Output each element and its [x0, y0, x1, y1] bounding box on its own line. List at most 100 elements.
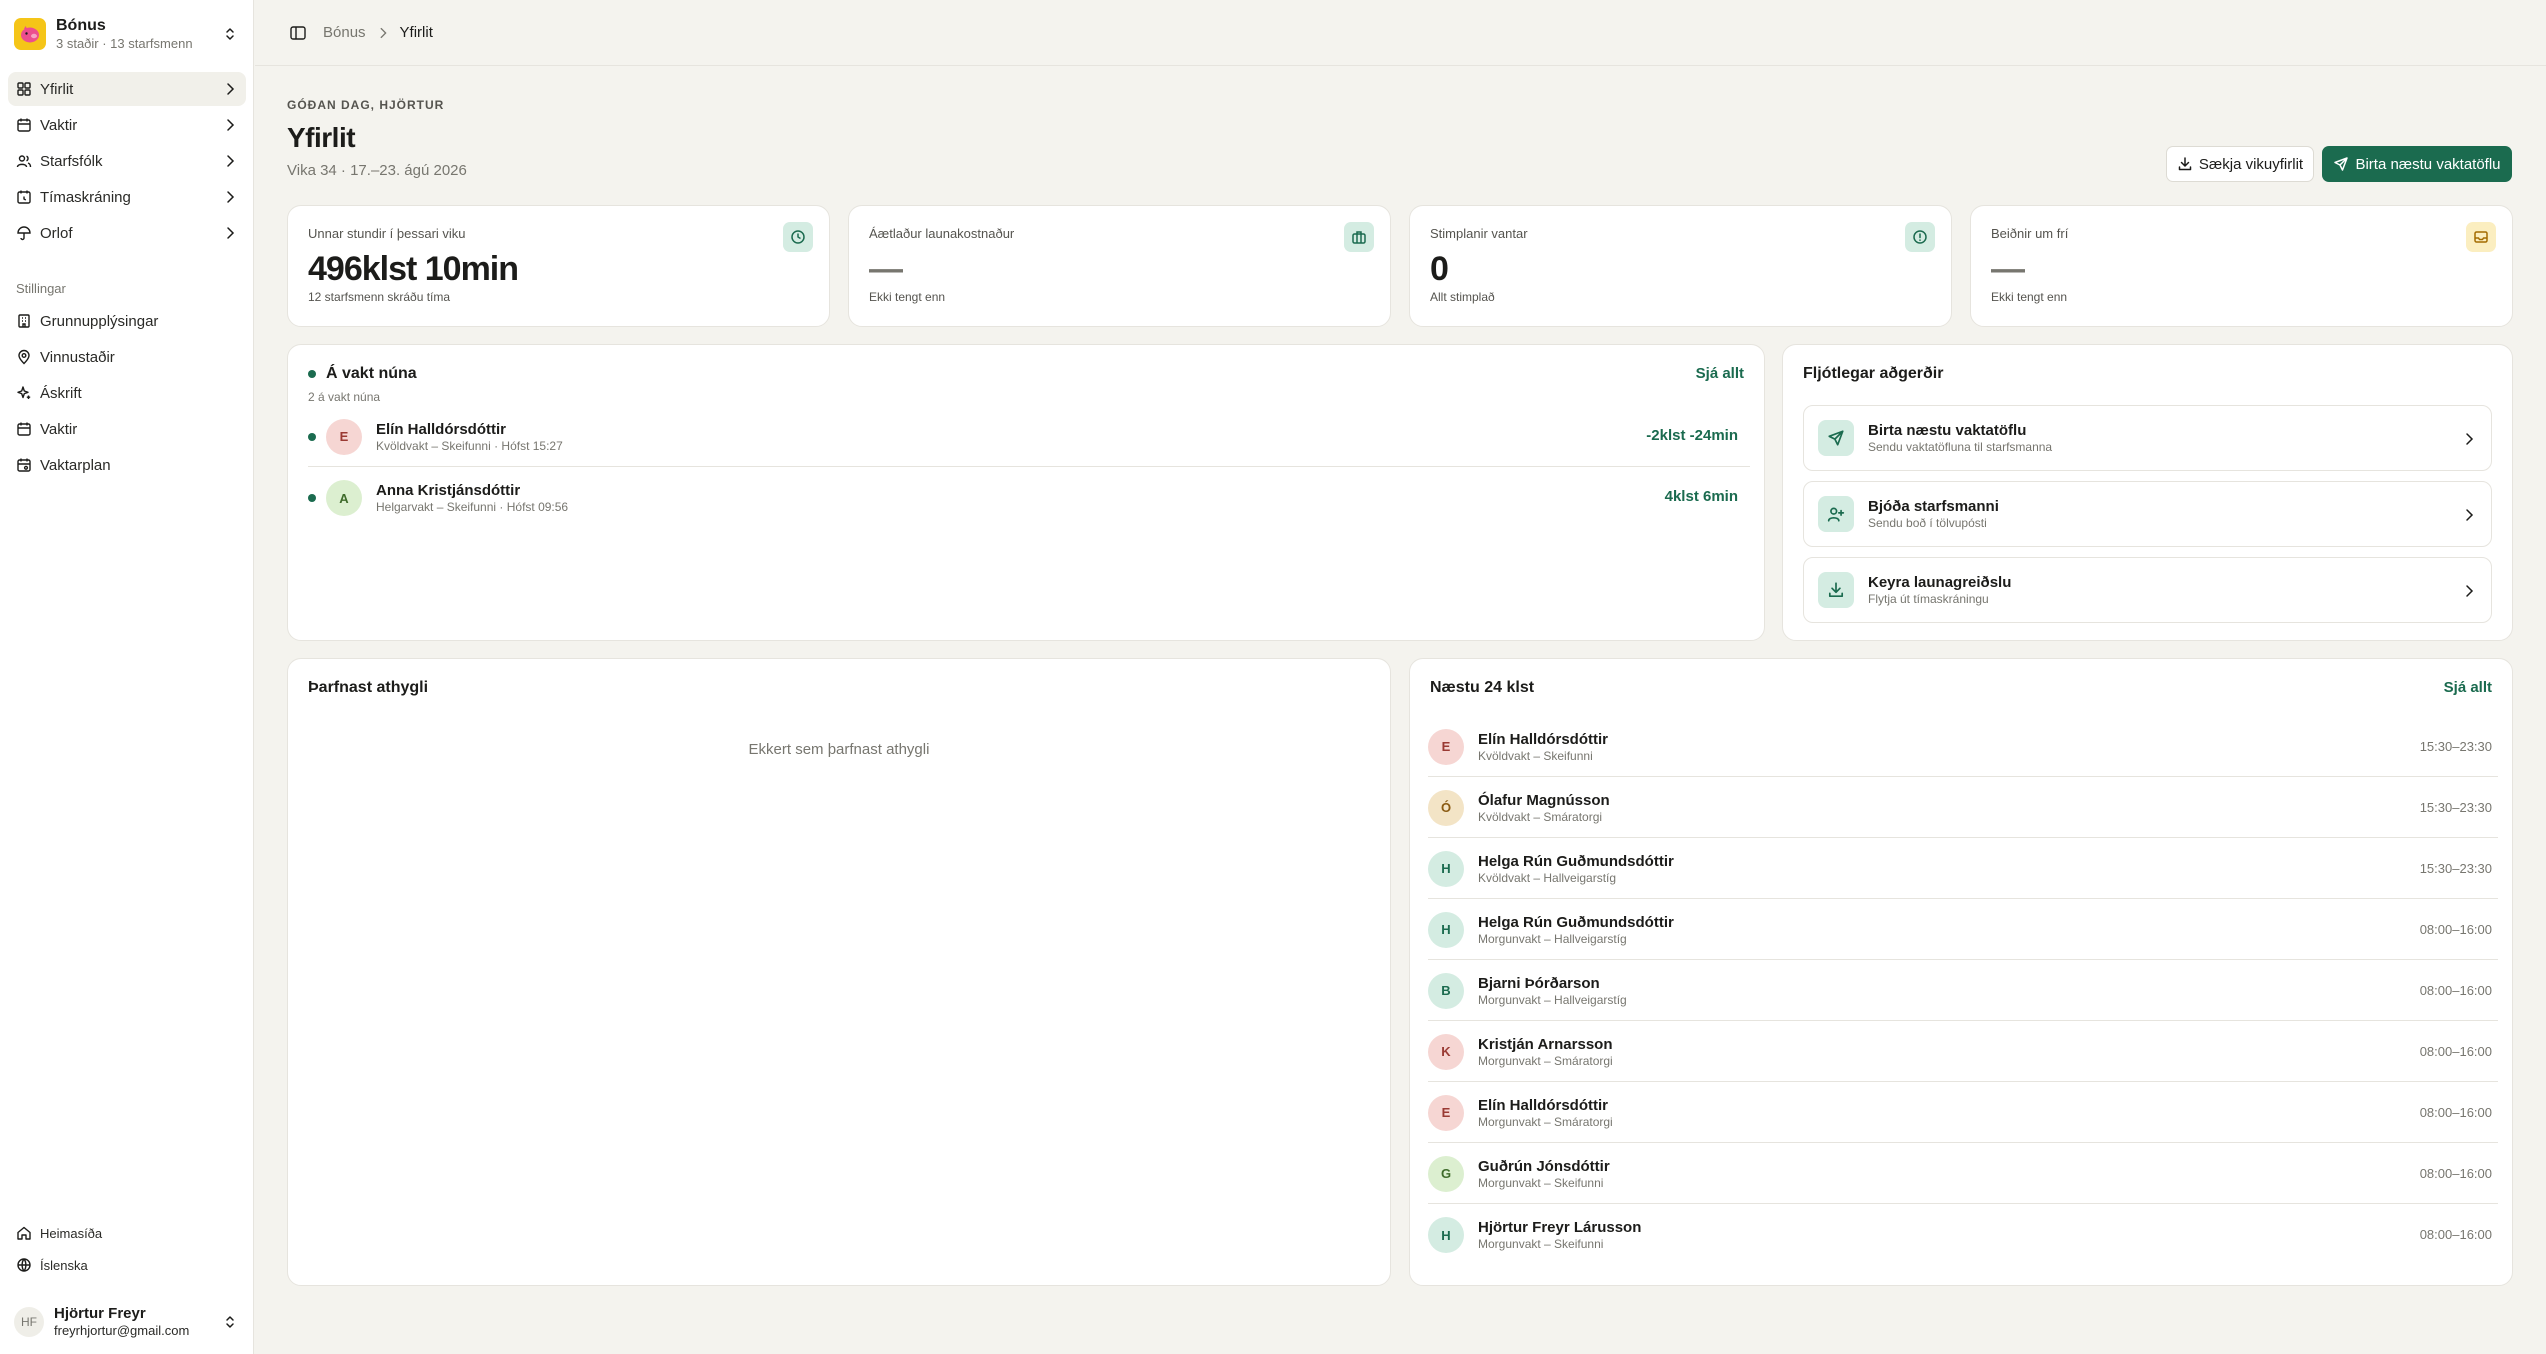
umbrella-icon — [17, 226, 31, 241]
avatar: K — [1428, 1033, 1464, 1070]
map-pin-icon — [18, 349, 30, 365]
shift-row[interactable]: E Elín Halldórsdóttir Kvöldvakt – Skeifun… — [1428, 717, 2498, 777]
shift-time: 15:30–23:30 — [2419, 739, 2492, 754]
chevron-right-icon — [227, 227, 235, 239]
card-title: Næstu 24 klst — [1430, 679, 1535, 696]
quick-action-title: Keyra launagreiðslu — [1868, 574, 2012, 591]
topbar: Bónus Yfirlit — [255, 0, 2546, 66]
publish-schedule-button[interactable]: Birta næstu vaktatöflu — [2322, 146, 2512, 182]
shift-details: Morgunvakt – Hallveigarstíg — [1478, 992, 1627, 1007]
shift-details: Kvöldvakt – Skeifunni — [1478, 748, 1593, 763]
breadcrumb-current: Yfirlit — [399, 24, 433, 41]
employee-name: Helga Rún Guðmundsdóttir — [1478, 913, 1674, 931]
quick-action-publish[interactable]: Birta næstu vaktatöflu Sendu vaktatöflun… — [1803, 405, 2492, 471]
shift-details: Helgarvakt – Skeifunni · Hófst 09:56 — [376, 500, 569, 514]
on-call-row[interactable]: A Anna Kristjánsdóttir Helgarvakt – Skei… — [308, 468, 1750, 528]
employee-name: Helga Rún Guðmundsdóttir — [1478, 852, 1674, 870]
on-call-card: Á vakt núna Sjá allt 2 á vakt núna E Elí… — [287, 344, 1765, 641]
nav-item-starfsfolk[interactable]: Starfsfólk — [8, 144, 246, 178]
shift-details: Morgunvakt – Skeifunni — [1478, 1175, 1604, 1190]
see-all-link[interactable]: Sjá allt — [1696, 365, 1744, 382]
shift-row[interactable]: H Hjörtur Freyr Lárusson Morgunvakt – Ske… — [1428, 1205, 2498, 1265]
footer-nav: Heimasíða Íslenska — [8, 1218, 246, 1282]
clock-icon — [783, 222, 813, 252]
nav-item-label: Heimasíða — [40, 1225, 103, 1241]
nav-item-heimasida[interactable]: Heimasíða — [8, 1218, 246, 1248]
nav-item-vaktir[interactable]: Vaktir — [8, 108, 246, 142]
shift-duration: 4klst 6min — [1664, 488, 1738, 505]
user-name: Hjörtur Freyr — [54, 1305, 146, 1322]
nav-item-grunnupplysingar[interactable]: Grunnupplýsingar — [8, 304, 246, 338]
stat-sub: Allt stimplað — [1430, 290, 1495, 304]
shift-details: Morgunvakt – Smáratorgi — [1478, 1114, 1613, 1129]
nav-item-timaskraning[interactable]: Tímaskráning — [8, 180, 246, 214]
avatar: H — [1428, 911, 1464, 948]
shift-duration: -2klst -24min — [1646, 427, 1738, 444]
sidebar-toggle-icon[interactable] — [289, 24, 307, 42]
button-label: Birta næstu vaktatöflu — [2355, 155, 2501, 173]
employee-name: Bjarni Þórðarson — [1478, 974, 1600, 992]
bonus-logo-icon — [14, 18, 46, 50]
avatar: H — [1428, 1217, 1464, 1253]
shift-row[interactable]: E Elín Halldórsdóttir Morgunvakt – Smárat… — [1428, 1083, 2498, 1143]
calendar-icon — [17, 422, 31, 436]
building-icon — [18, 314, 30, 328]
card-title: Á vakt núna — [308, 365, 417, 383]
employee-name: Hjörtur Freyr Lárusson — [1478, 1219, 1642, 1236]
nav-item-yfirlit[interactable]: Yfirlit — [8, 72, 246, 106]
avatar: H — [1428, 850, 1464, 887]
see-all-link[interactable]: Sjá allt — [2444, 679, 2492, 696]
briefcase-icon — [1344, 222, 1374, 252]
shift-row[interactable]: H Helga Rún Guðmundsdóttir Kvöldvakt – Ha… — [1428, 839, 2498, 899]
download-icon — [2178, 157, 2192, 171]
stat-value: 496klst 10min — [308, 250, 519, 288]
quick-action-invite[interactable]: Bjóða starfsmanni Sendu boð í tölvupósti — [1803, 481, 2492, 547]
nav-item-orlof[interactable]: Orlof — [8, 216, 246, 250]
on-call-count: 2 á vakt núna — [308, 390, 381, 404]
chevrons-up-down-icon — [226, 1316, 234, 1328]
employee-name: Guðrún Jónsdóttir — [1478, 1157, 1610, 1175]
language-select[interactable]: Íslenska — [8, 1250, 246, 1280]
shift-time: 08:00–16:00 — [2419, 1044, 2492, 1059]
avatar: HF — [14, 1307, 44, 1337]
download-weekly-summary-button[interactable]: Sækja vikuyfirlit — [2166, 146, 2314, 182]
nav-item-label: Orlof — [40, 224, 73, 242]
shift-row[interactable]: Ó Ólafur Magnússon Kvöldvakt – Smáratorgi… — [1428, 778, 2498, 838]
org-switcher[interactable]: Bónus 3 staðir · 13 starfsmenn — [14, 12, 242, 56]
avatar: E — [1428, 728, 1464, 765]
page-title: Yfirlit — [287, 122, 356, 153]
button-label: Sækja vikuyfirlit — [2198, 155, 2304, 173]
shift-details: Morgunvakt – Skeifunni — [1478, 1237, 1604, 1251]
stat-value: — — [869, 250, 903, 288]
user-email: freyrhjortur@gmail.com — [54, 1323, 190, 1338]
stat-label: Áætlaður launakostnaður — [869, 226, 1015, 241]
chevron-right-icon — [2466, 585, 2474, 597]
shift-row[interactable]: B Bjarni Þórðarson Morgunvakt – Hallveiga… — [1428, 961, 2498, 1021]
nav-item-vinnustadir[interactable]: Vinnustaðir — [8, 340, 246, 374]
stat-card-hours: Unnar stundir í þessari viku 496klst 10m… — [287, 205, 830, 327]
status-dot — [308, 494, 316, 502]
stat-card-missing-punches: Stimplanir vantar 0 Allt stimplað — [1409, 205, 1952, 327]
shift-time: 08:00–16:00 — [2419, 1166, 2492, 1181]
on-call-row[interactable]: E Elín Halldórsdóttir Kvöldvakt – Skeifu… — [308, 407, 1750, 467]
shift-row[interactable]: H Helga Rún Guðmundsdóttir Morgunvakt – H… — [1428, 900, 2498, 960]
employee-name: Ólafur Magnússon — [1478, 791, 1610, 809]
nav-item-askrift[interactable]: Áskrift — [8, 376, 246, 410]
employee-name: Kristján Arnarsson — [1478, 1035, 1613, 1053]
calendar-icon — [17, 118, 31, 132]
nav-item-vaktarplan[interactable]: Vaktarplan — [8, 448, 246, 482]
quick-action-payroll[interactable]: Keyra launagreiðslu Flytja út tímaskráni… — [1803, 557, 2492, 623]
nav-item-label: Vaktarplan — [40, 456, 111, 474]
stat-sub: Ekki tengt enn — [869, 290, 946, 304]
nav-item-vaktir-settings[interactable]: Vaktir — [8, 412, 246, 446]
shift-row[interactable]: K Kristján Arnarsson Morgunvakt – Smárato… — [1428, 1022, 2498, 1082]
status-dot — [308, 432, 316, 441]
breadcrumb-parent[interactable]: Bónus — [323, 24, 366, 41]
card-title: Þarfnast athygli — [308, 679, 429, 696]
employee-name: Elín Halldórsdóttir — [1478, 1096, 1609, 1114]
empty-state: Ekkert sem þarfnast athygli — [748, 741, 930, 758]
shift-details: Kvöldvakt – Hallveigarstíg — [1478, 870, 1617, 885]
shift-row[interactable]: G Guðrún Jónsdóttir Morgunvakt – Skeifunn… — [1428, 1144, 2498, 1204]
user-menu[interactable]: HF Hjörtur Freyr freyrhjortur@gmail.com — [14, 1302, 242, 1342]
quick-action-sub: Flytja út tímaskráningu — [1868, 592, 1989, 606]
